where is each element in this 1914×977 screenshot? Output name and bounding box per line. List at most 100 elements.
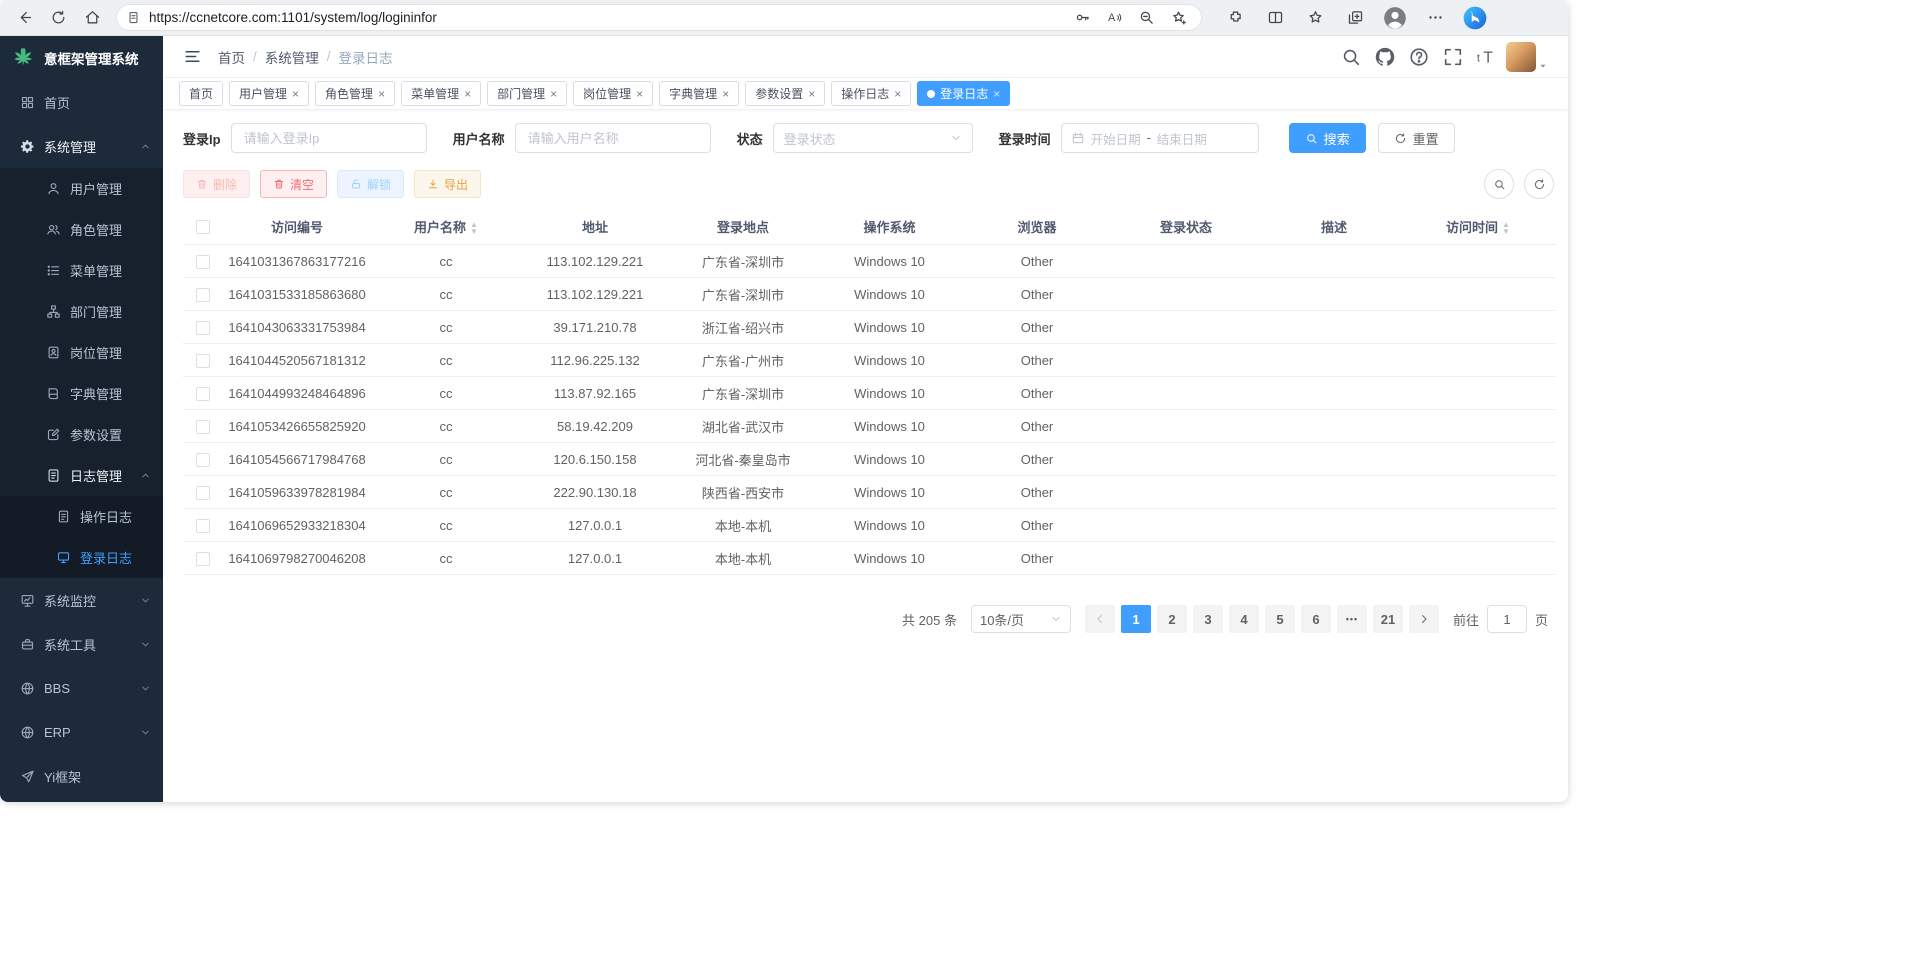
page-button[interactable]: 3 xyxy=(1193,605,1223,633)
date-range-picker[interactable]: 开始日期 - 结束日期 xyxy=(1061,123,1259,153)
user-name-input[interactable] xyxy=(515,123,711,153)
home-icon[interactable] xyxy=(76,3,108,33)
browser-profile-icon[interactable] xyxy=(1380,3,1410,33)
sidebar-item[interactable]: 用户管理 xyxy=(0,168,163,209)
page-size-select[interactable]: 10条/页 xyxy=(971,605,1071,633)
reset-button[interactable]: 重置 xyxy=(1378,123,1455,153)
delete-button[interactable]: 删除 xyxy=(183,170,250,198)
page-button[interactable]: 21 xyxy=(1373,605,1403,633)
extensions-icon[interactable] xyxy=(1220,3,1250,33)
sidebar-item[interactable]: 参数设置 xyxy=(0,414,163,455)
tab-close-icon[interactable]: × xyxy=(894,88,901,100)
tag-view-tab[interactable]: 参数设置 × xyxy=(745,81,825,106)
sidebar-item[interactable]: 岗位管理 xyxy=(0,332,163,373)
select-all-checkbox[interactable] xyxy=(196,220,210,234)
user-avatar[interactable] xyxy=(1506,42,1536,72)
sidebar-item[interactable]: 登录日志 xyxy=(0,537,163,578)
goto-page-input[interactable] xyxy=(1487,605,1527,633)
clear-button[interactable]: 清空 xyxy=(260,170,327,198)
font-size-icon[interactable]: tT xyxy=(1476,46,1498,68)
add-favorite-icon[interactable] xyxy=(1164,6,1192,30)
row-checkbox[interactable] xyxy=(196,453,210,467)
row-checkbox[interactable] xyxy=(196,420,210,434)
row-checkbox[interactable] xyxy=(196,354,210,368)
tab-close-icon[interactable]: × xyxy=(378,88,385,100)
search-icon[interactable] xyxy=(1340,46,1362,68)
page-button[interactable]: 6 xyxy=(1301,605,1331,633)
read-aloud-icon[interactable]: A xyxy=(1100,6,1128,30)
tab-close-icon[interactable]: × xyxy=(292,88,299,100)
sidebar-item[interactable]: 角色管理 xyxy=(0,209,163,250)
breadcrumb-item[interactable]: 系统管理 xyxy=(265,47,319,67)
row-checkbox[interactable] xyxy=(196,519,210,533)
sidebar-item[interactable]: 操作日志 xyxy=(0,496,163,537)
sidebar-item[interactable]: 系统工具 xyxy=(0,622,163,666)
address-bar[interactable]: https://ccnetcore.com:1101/system/log/lo… xyxy=(116,4,1202,31)
fullscreen-icon[interactable] xyxy=(1442,46,1464,68)
tag-view-tab[interactable]: 首页 xyxy=(179,81,223,106)
sidebar-item[interactable]: ERP xyxy=(0,710,163,754)
sidebar-item[interactable]: 系统管理 xyxy=(0,124,163,168)
tag-view-tab[interactable]: 操作日志 × xyxy=(831,81,911,106)
refresh-icon[interactable] xyxy=(42,3,74,33)
tag-view-tab[interactable]: 菜单管理 × xyxy=(401,81,481,106)
row-checkbox[interactable] xyxy=(196,486,210,500)
url-text[interactable]: https://ccnetcore.com:1101/system/log/lo… xyxy=(149,10,1068,25)
page-button[interactable]: 2 xyxy=(1157,605,1187,633)
refresh-table-button[interactable] xyxy=(1524,169,1554,199)
status-select[interactable]: 登录状态 xyxy=(773,123,973,153)
sidebar-item[interactable]: 部门管理 xyxy=(0,291,163,332)
next-page-button[interactable] xyxy=(1409,605,1439,633)
help-icon[interactable] xyxy=(1408,46,1430,68)
sort-icon[interactable]: ▲▼ xyxy=(1502,222,1510,235)
password-key-icon[interactable] xyxy=(1068,6,1096,30)
row-checkbox[interactable] xyxy=(196,387,210,401)
tag-view-tab[interactable]: 登录日志 × xyxy=(917,81,1010,106)
row-checkbox[interactable] xyxy=(196,288,210,302)
page-button[interactable]: 5 xyxy=(1265,605,1295,633)
sidebar-item[interactable]: Yi框架 xyxy=(0,754,163,798)
tab-close-icon[interactable]: × xyxy=(636,88,643,100)
tag-view-tab[interactable]: 字典管理 × xyxy=(659,81,739,106)
row-checkbox[interactable] xyxy=(196,552,210,566)
tag-view-tab[interactable]: 岗位管理 × xyxy=(573,81,653,106)
row-checkbox[interactable] xyxy=(196,321,210,335)
tab-close-icon[interactable]: × xyxy=(550,88,557,100)
row-checkbox[interactable] xyxy=(196,255,210,269)
column-header[interactable]: 用户名称▲▼ xyxy=(371,217,521,236)
prev-page-button[interactable] xyxy=(1085,605,1115,633)
sort-icon[interactable]: ▲▼ xyxy=(470,222,478,235)
tag-view-tab[interactable]: 部门管理 × xyxy=(487,81,567,106)
collections-icon[interactable] xyxy=(1340,3,1370,33)
sidebar-item[interactable]: 系统监控 xyxy=(0,578,163,622)
unlock-button[interactable]: 解锁 xyxy=(337,170,404,198)
sidebar-item[interactable]: 菜单管理 xyxy=(0,250,163,291)
sidebar-item[interactable]: BBS xyxy=(0,666,163,710)
sidebar-item[interactable]: 字典管理 xyxy=(0,373,163,414)
tag-view-tab[interactable]: 角色管理 × xyxy=(315,81,395,106)
copilot-icon[interactable] xyxy=(1460,3,1490,33)
github-icon[interactable] xyxy=(1374,46,1396,68)
more-pages-button[interactable]: ••• xyxy=(1337,605,1367,633)
search-button[interactable]: 搜索 xyxy=(1289,123,1366,153)
export-button[interactable]: 导出 xyxy=(414,170,481,198)
sidebar-item[interactable]: 日志管理 xyxy=(0,455,163,496)
back-icon[interactable] xyxy=(8,3,40,33)
tab-close-icon[interactable]: × xyxy=(993,88,1000,100)
column-header[interactable]: 访问时间▲▼ xyxy=(1408,217,1548,236)
breadcrumb-item[interactable]: 首页 xyxy=(218,47,245,67)
zoom-out-icon[interactable] xyxy=(1132,6,1160,30)
tab-close-icon[interactable]: × xyxy=(464,88,471,100)
page-button[interactable]: 4 xyxy=(1229,605,1259,633)
tag-view-tab[interactable]: 用户管理 × xyxy=(229,81,309,106)
login-ip-input[interactable] xyxy=(231,123,427,153)
page-button[interactable]: 1 xyxy=(1121,605,1151,633)
more-menu-icon[interactable] xyxy=(1420,3,1450,33)
sidebar-toggle-icon[interactable] xyxy=(183,47,202,66)
toggle-search-button[interactable] xyxy=(1484,169,1514,199)
tab-close-icon[interactable]: × xyxy=(808,88,815,100)
tab-close-icon[interactable]: × xyxy=(722,88,729,100)
split-screen-icon[interactable] xyxy=(1260,3,1290,33)
sidebar-item[interactable]: 首页 xyxy=(0,80,163,124)
favorites-icon[interactable] xyxy=(1300,3,1330,33)
